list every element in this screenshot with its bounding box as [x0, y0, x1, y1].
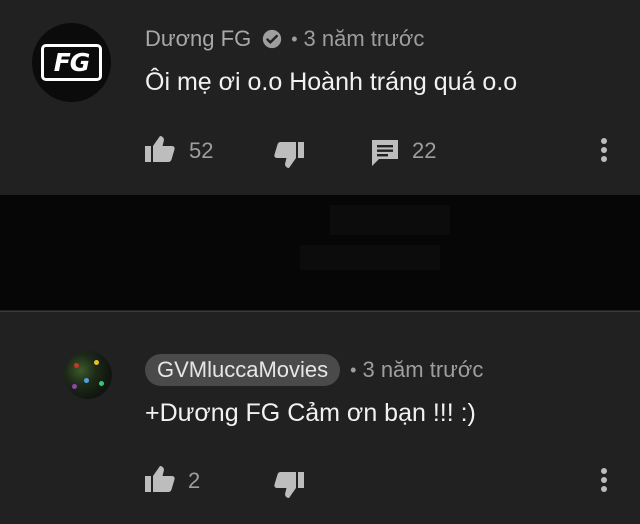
comment-text: +Dương FG Cảm ơn bạn !!! :)	[145, 399, 476, 427]
comment-meta: GVMluccaMovies • 3 năm trước	[145, 354, 483, 386]
thumb-up-icon	[145, 466, 175, 492]
like-count: 52	[189, 138, 214, 163]
verified-check-icon	[261, 28, 283, 50]
more-button[interactable]	[598, 467, 610, 500]
thumb-down-icon	[274, 472, 304, 498]
thumb-down-icon	[274, 142, 304, 168]
avatar-logo: FG	[41, 44, 102, 81]
thumb-up-icon	[145, 136, 175, 162]
avatar-detail	[72, 384, 77, 389]
timestamp[interactable]: 3 năm trước	[304, 26, 425, 52]
like-button[interactable]	[144, 465, 176, 498]
avatar-detail	[99, 381, 104, 386]
avatar[interactable]: FG	[32, 23, 111, 102]
dislike-button[interactable]	[273, 471, 305, 504]
avatar-detail	[94, 360, 99, 365]
comment-icon	[372, 140, 398, 166]
redaction-shade	[330, 205, 450, 235]
more-vert-icon	[601, 468, 607, 492]
like-count: 2	[188, 468, 201, 493]
comment-meta: Dương FG • 3 năm trước	[145, 24, 424, 54]
author-name[interactable]: Dương FG	[145, 26, 251, 52]
redacted-region	[0, 195, 640, 310]
more-button[interactable]	[598, 137, 610, 170]
author-chip[interactable]: GVMluccaMovies	[145, 354, 341, 386]
avatar[interactable]	[64, 351, 112, 399]
comment-text: Ôi mẹ ơi o.o Hoành tráng quá o.o	[145, 68, 518, 96]
reply-count[interactable]: 22	[412, 138, 436, 164]
redaction-shade	[300, 245, 440, 270]
avatar-detail	[74, 363, 79, 368]
separator-dot: •	[350, 359, 357, 380]
dislike-button[interactable]	[273, 141, 305, 174]
like-button[interactable]	[144, 135, 176, 168]
timestamp[interactable]: 3 năm trước	[362, 357, 483, 383]
reply-comment: GVMluccaMovies • 3 năm trước +Dương FG C…	[0, 312, 640, 524]
reply-button[interactable]	[370, 138, 400, 173]
comment-thread-top: FG Dương FG • 3 năm trước Ôi mẹ ơi o.o H…	[0, 0, 640, 195]
separator-dot: •	[291, 28, 298, 49]
avatar-detail	[84, 378, 89, 383]
more-vert-icon	[601, 138, 607, 162]
